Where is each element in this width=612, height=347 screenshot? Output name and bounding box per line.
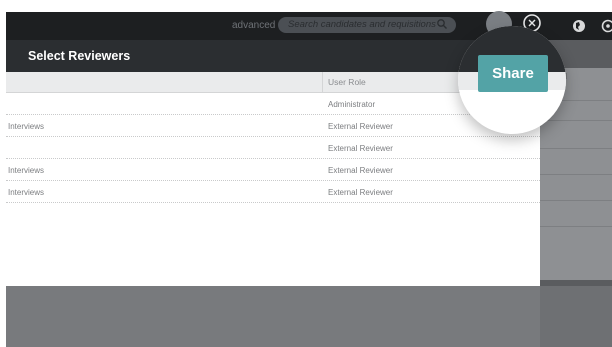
app-window: advanced Search candidates and requisiti… <box>0 0 612 347</box>
row-group: Interviews <box>8 188 45 197</box>
table-row[interactable]: Interviews External Reviewer <box>6 159 540 181</box>
modal-title: Select Reviewers <box>28 49 131 63</box>
reviewers-table: User Role Administrator Interviews Exter… <box>6 72 540 286</box>
row-user-role: Administrator <box>328 100 376 109</box>
search-icon[interactable] <box>436 18 448 30</box>
table-rows: Administrator Interviews External Review… <box>6 93 540 203</box>
advanced-search-link[interactable]: advanced <box>232 20 275 31</box>
background-lower-area <box>6 286 612 347</box>
row-group: Interviews <box>8 166 45 175</box>
share-button[interactable]: Share <box>478 55 548 92</box>
row-user-role: External Reviewer <box>328 122 393 131</box>
search-input[interactable]: Search candidates and requisitions <box>278 17 456 33</box>
column-header-user-role[interactable]: User Role <box>328 77 366 87</box>
row-user-role: External Reviewer <box>328 166 393 175</box>
row-group: Interviews <box>8 122 45 131</box>
row-user-role: External Reviewer <box>328 188 393 197</box>
table-row[interactable]: Interviews External Reviewer <box>6 181 540 203</box>
row-user-role: External Reviewer <box>328 144 393 153</box>
table-row[interactable]: External Reviewer <box>6 137 540 159</box>
table-row[interactable]: Interviews External Reviewer <box>6 115 540 137</box>
help-icon[interactable] <box>601 19 612 33</box>
column-divider <box>322 72 323 93</box>
globe-icon[interactable] <box>572 19 586 33</box>
